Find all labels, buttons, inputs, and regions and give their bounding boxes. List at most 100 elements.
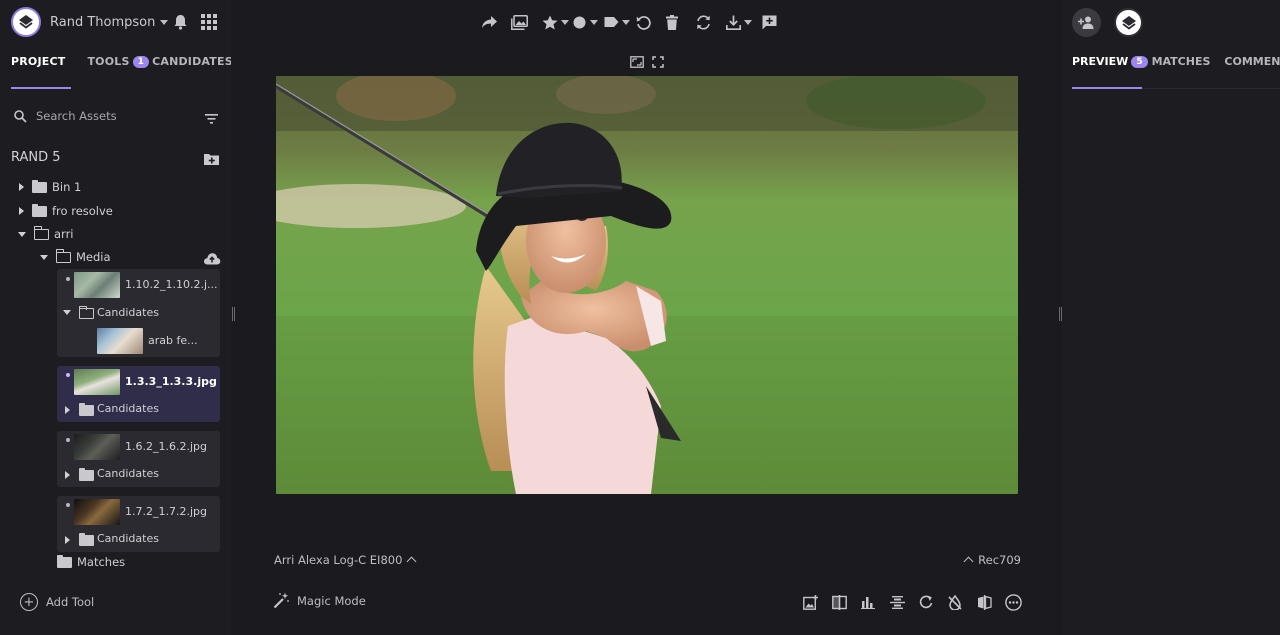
apps-grid-icon[interactable] [201, 14, 217, 34]
filter-icon[interactable] [205, 109, 218, 128]
tree-item-label: Matches [77, 555, 126, 569]
folder-icon [79, 403, 94, 416]
asset-card[interactable]: 1.6.2_1.6.2.jpg Candidates [57, 431, 220, 487]
folder-icon [79, 533, 94, 546]
candidate-filename: arab fe... [148, 334, 198, 347]
left-resize-handle[interactable] [232, 307, 235, 321]
tab-preview-label: PREVIEW [1072, 55, 1129, 68]
chevron-down-icon [160, 19, 169, 25]
candidates-folder-label: Candidates [97, 402, 159, 415]
user-name[interactable]: Rand Thompson [50, 14, 169, 30]
waveform-icon[interactable] [888, 593, 906, 611]
chevron-right-icon[interactable] [19, 207, 24, 215]
left-sidebar: Rand Thompson PROJECT TOOLS 1 CANDIDATES … [0, 0, 233, 635]
input-colorspace-selector[interactable]: Arri Alexa Log-C EI800 [274, 553, 417, 567]
status-dot [66, 503, 70, 507]
tools-count-badge: 1 [132, 56, 150, 68]
new-folder-icon[interactable] [204, 150, 219, 169]
candidate-thumbnail [97, 328, 143, 354]
add-comment-icon[interactable] [762, 12, 788, 32]
search-input[interactable]: Search Assets [14, 106, 220, 126]
tree-item-matches[interactable]: Matches [57, 552, 125, 572]
chevron-up-icon [963, 556, 974, 567]
compare-split-icon[interactable] [830, 593, 848, 611]
magic-mode-button[interactable]: Magic Mode [273, 592, 366, 609]
tab-candidates[interactable]: CANDIDATES [152, 55, 233, 89]
asset-filename: 1.10.2_1.10.2.j... [125, 278, 218, 291]
asset-card-selected[interactable]: 1.3.3_1.3.3.jpg Candidates [57, 366, 220, 422]
chevron-down-icon [622, 19, 630, 25]
notifications-bell-icon[interactable] [173, 14, 188, 34]
output-colorspace-selector[interactable]: Rec709 [963, 553, 1021, 567]
tag-icon[interactable] [604, 12, 636, 32]
tree-item-media[interactable]: Media [40, 247, 111, 267]
folder-open-icon [78, 305, 94, 319]
sync-icon[interactable] [696, 12, 726, 32]
bottom-toolbar [801, 593, 1022, 611]
add-tool-label: Add Tool [46, 595, 95, 609]
tab-matches[interactable]: MATCHES [1152, 55, 1211, 89]
tab-project[interactable]: PROJECT [11, 55, 72, 89]
folder-icon [32, 179, 47, 193]
asset-thumbnail [74, 499, 120, 525]
star-rating-icon[interactable] [542, 12, 573, 32]
folder-icon [57, 554, 72, 568]
color-label-icon[interactable] [573, 12, 604, 32]
top-toolbar [481, 12, 788, 32]
chevron-down-icon[interactable] [18, 231, 26, 237]
asset-card[interactable]: 1.7.2_1.7.2.jpg Candidates [57, 496, 220, 552]
status-dot [66, 277, 70, 281]
user-name-label: Rand Thompson [50, 14, 156, 30]
add-tool-button[interactable]: + Add Tool [20, 593, 94, 611]
user-menu[interactable]: Rand Thompson [11, 7, 221, 37]
tab-tools[interactable]: TOOLS 1 [87, 55, 150, 89]
app-window: Rand Thompson PROJECT TOOLS 1 CANDIDATES … [0, 0, 1280, 635]
tree-item-bin-1[interactable]: Bin 1 [19, 177, 81, 197]
tree-item-fro-resolve[interactable]: fro resolve [19, 201, 113, 221]
magic-mode-label: Magic Mode [297, 593, 366, 608]
chevron-down-icon[interactable] [40, 254, 48, 260]
asset-thumbnail [74, 369, 120, 395]
viewer-panel: Arri Alexa Log-C EI800 Rec709 Magic Mode [231, 0, 1062, 635]
chevron-right-icon[interactable] [65, 406, 70, 414]
chevron-right-icon[interactable] [65, 471, 70, 479]
workspace-logo-icon[interactable] [1114, 8, 1143, 37]
histogram-icon[interactable] [859, 593, 877, 611]
delete-icon[interactable] [666, 12, 696, 32]
download-icon[interactable] [726, 12, 762, 32]
share-icon[interactable] [481, 12, 511, 32]
preview-image[interactable] [276, 76, 1018, 494]
tab-preview[interactable]: PREVIEW 5 [1072, 55, 1148, 89]
right-header [1072, 8, 1143, 37]
folder-open-icon [55, 249, 71, 263]
project-name: RAND 5 [11, 150, 61, 165]
gallery-icon[interactable] [511, 12, 542, 32]
fit-to-screen-icon[interactable] [630, 53, 644, 72]
folder-open-icon [33, 226, 49, 240]
golfer-photo [276, 76, 1018, 494]
more-options-icon[interactable] [1004, 593, 1022, 611]
chevron-up-icon [406, 556, 417, 567]
add-image-icon[interactable] [801, 593, 819, 611]
rotate-icon[interactable] [917, 593, 935, 611]
right-panel: PREVIEW5 MATCHES COMMENTS [1062, 0, 1280, 635]
right-tabs: PREVIEW5 MATCHES COMMENTS [1072, 55, 1280, 89]
hide-color-icon[interactable] [946, 593, 964, 611]
chevron-right-icon[interactable] [19, 183, 24, 191]
tab-tools-label: TOOLS [87, 55, 130, 68]
chevron-down-icon[interactable] [63, 310, 71, 315]
folder-icon [79, 468, 94, 481]
asset-card[interactable]: 1.10.2_1.10.2.j... Candidates arab fe... [57, 269, 220, 357]
before-after-icon[interactable] [975, 593, 993, 611]
undo-icon[interactable] [636, 12, 666, 32]
chevron-down-icon [561, 19, 569, 25]
tab-comments[interactable]: COMMENTS [1224, 55, 1280, 89]
upload-cloud-icon[interactable] [203, 250, 221, 269]
asset-filename: 1.3.3_1.3.3.jpg [125, 375, 217, 388]
fullscreen-icon[interactable] [652, 53, 664, 72]
candidates-folder-label: Candidates [97, 532, 159, 545]
tree-item-arri[interactable]: arri [18, 224, 74, 244]
invite-user-icon[interactable] [1072, 8, 1101, 37]
chevron-right-icon[interactable] [65, 536, 70, 544]
magic-wand-icon [273, 592, 289, 609]
